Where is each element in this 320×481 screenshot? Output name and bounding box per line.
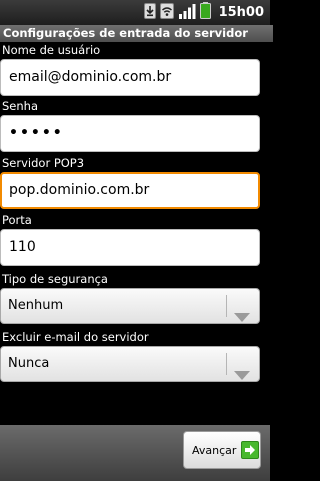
download-icon (143, 2, 156, 23)
arrow-right-icon (241, 441, 260, 459)
status-bar: 15h00 (0, 0, 270, 26)
select-divider (226, 295, 227, 317)
status-icons: 15h00 (143, 2, 264, 23)
username-field[interactable]: email@dominio.com.br (0, 59, 260, 96)
delete-email-select[interactable]: Nunca (0, 346, 260, 382)
signal-icon (178, 3, 196, 23)
port-label: Porta (2, 213, 32, 227)
chevron-down-icon (234, 302, 250, 336)
bottom-bar: Avançar (0, 425, 270, 481)
password-field[interactable]: ••••• (0, 115, 260, 152)
battery-icon (199, 2, 211, 23)
username-label: Nome de usuário (2, 43, 101, 57)
security-label: Tipo de segurança (2, 272, 108, 286)
delete-email-selected-value: Nunca (8, 356, 50, 371)
next-button[interactable]: Avançar (183, 431, 261, 469)
server-field[interactable]: pop.dominio.com.br (0, 172, 260, 209)
security-select[interactable]: Nenhum (0, 288, 260, 324)
security-selected-value: Nenhum (8, 298, 64, 313)
wifi-icon (159, 2, 174, 23)
status-clock: 15h00 (218, 5, 264, 20)
page-title: Configurações de entrada do servidor (0, 25, 273, 42)
chevron-down-icon (234, 360, 250, 394)
password-label: Senha (2, 99, 38, 113)
port-field[interactable]: 110 (0, 229, 260, 266)
server-label: Servidor POP3 (2, 156, 85, 170)
next-button-label: Avançar (192, 443, 237, 457)
delete-email-label: Excluir e-mail do servidor (2, 330, 149, 344)
select-divider (226, 353, 227, 375)
